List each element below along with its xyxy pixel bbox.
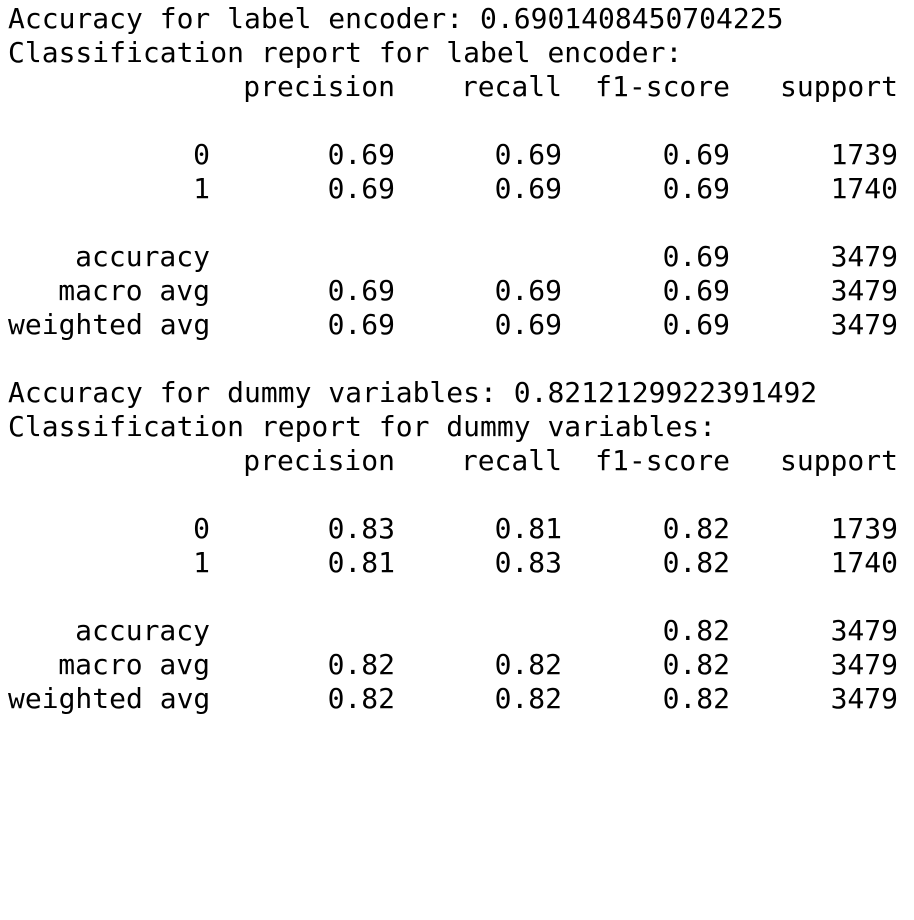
- cell-f1-score: 0.82: [662, 648, 730, 681]
- cell-f1-score: 0.69: [662, 172, 730, 205]
- cell-recall: 0.69: [494, 138, 562, 171]
- cell-recall: 0.82: [494, 682, 562, 715]
- cell-precision: 0.82: [327, 648, 395, 681]
- report-title: Classification report for dummy variable…: [8, 410, 717, 443]
- table-row: accuracy 0.82 3479: [8, 614, 908, 648]
- cell-recall: 0.69: [494, 308, 562, 341]
- table-row: weighted avg 0.69 0.69 0.69 3479: [8, 308, 908, 342]
- cell-precision: 0.69: [327, 138, 395, 171]
- row-label: 1: [193, 546, 210, 579]
- header-recall: recall: [460, 444, 562, 477]
- cell-support: 1739: [830, 138, 898, 171]
- row-label: weighted avg: [8, 682, 211, 715]
- row-label: 0: [193, 512, 210, 545]
- header-recall: recall: [460, 70, 562, 103]
- header-support: support: [779, 70, 898, 103]
- cell-f1-score: 0.69: [662, 240, 730, 273]
- cell-precision: 0.69: [327, 308, 395, 341]
- cell-precision: 0.83: [327, 512, 395, 545]
- table-row: 1 0.69 0.69 0.69 1740: [8, 172, 908, 206]
- cell-recall: 0.83: [494, 546, 562, 579]
- cell-precision: 0.82: [327, 682, 395, 715]
- header-precision: precision: [243, 70, 395, 103]
- cell-f1-score: 0.69: [662, 308, 730, 341]
- cell-support: 3479: [830, 240, 898, 273]
- table-row: macro avg 0.69 0.69 0.69 3479: [8, 274, 908, 308]
- cell-support: 1740: [830, 172, 898, 205]
- accuracy-line: Accuracy for label encoder: 0.6901408450…: [8, 2, 784, 35]
- cell-precision: 0.69: [327, 274, 395, 307]
- table-row: macro avg 0.82 0.82 0.82 3479: [8, 648, 908, 682]
- cell-f1-score: 0.82: [662, 682, 730, 715]
- row-label: accuracy: [75, 614, 210, 647]
- cell-support: 1739: [830, 512, 898, 545]
- header-f1-score: f1-score: [595, 444, 730, 477]
- table-row: accuracy 0.69 3479: [8, 240, 908, 274]
- cell-f1-score: 0.82: [662, 546, 730, 579]
- row-label: weighted avg: [8, 308, 211, 341]
- cell-support: 3479: [830, 308, 898, 341]
- table-row: weighted avg 0.82 0.82 0.82 3479: [8, 682, 908, 716]
- row-label: 0: [193, 138, 210, 171]
- accuracy-line: Accuracy for dummy variables: 0.82121299…: [8, 376, 818, 409]
- cell-recall: 0.69: [494, 274, 562, 307]
- header-support: support: [779, 444, 898, 477]
- cell-support: 3479: [830, 614, 898, 647]
- console-output: Accuracy for label encoder: 0.6901408450…: [8, 0, 908, 716]
- cell-f1-score: 0.69: [662, 138, 730, 171]
- cell-precision: 0.81: [327, 546, 395, 579]
- report-header-row: precision recall f1-score support: [8, 444, 908, 478]
- cell-precision: 0.69: [327, 172, 395, 205]
- cell-f1-score: 0.82: [662, 512, 730, 545]
- cell-recall: 0.81: [494, 512, 562, 545]
- row-label: macro avg: [58, 648, 210, 681]
- cell-support: 3479: [830, 274, 898, 307]
- table-row: 0 0.69 0.69 0.69 1739: [8, 138, 908, 172]
- table-row: 0 0.83 0.81 0.82 1739: [8, 512, 908, 546]
- report-title: Classification report for label encoder:: [8, 36, 683, 69]
- row-label: accuracy: [75, 240, 210, 273]
- cell-f1-score: 0.82: [662, 614, 730, 647]
- cell-support: 3479: [830, 682, 898, 715]
- cell-f1-score: 0.69: [662, 274, 730, 307]
- table-row: 1 0.81 0.83 0.82 1740: [8, 546, 908, 580]
- header-precision: precision: [243, 444, 395, 477]
- cell-recall: 0.69: [494, 172, 562, 205]
- row-label: 1: [193, 172, 210, 205]
- cell-support: 1740: [830, 546, 898, 579]
- cell-support: 3479: [830, 648, 898, 681]
- row-label: macro avg: [58, 274, 210, 307]
- report-header-row: precision recall f1-score support: [8, 70, 908, 104]
- cell-recall: 0.82: [494, 648, 562, 681]
- header-f1-score: f1-score: [595, 70, 730, 103]
